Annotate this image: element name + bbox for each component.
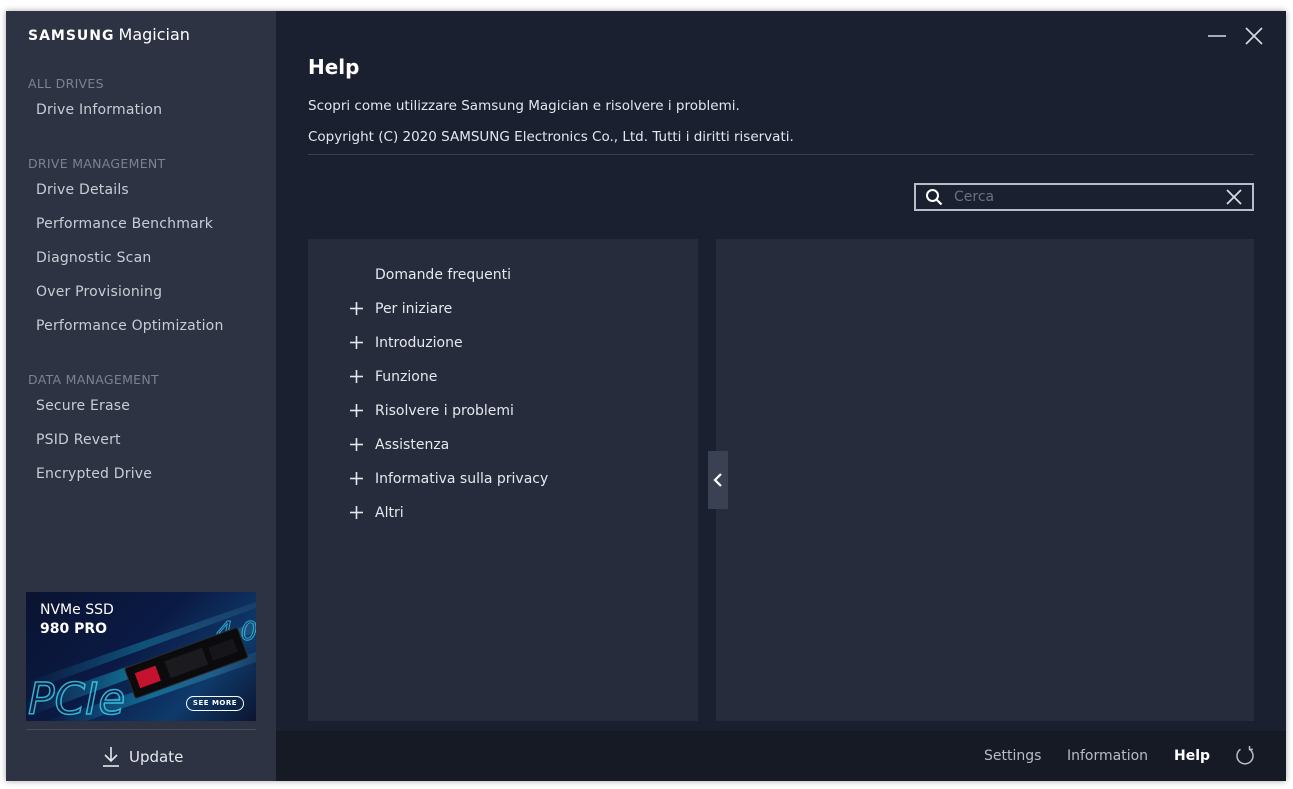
toc-item-getting-started[interactable]: Per iniziare bbox=[308, 296, 698, 322]
refresh-icon[interactable] bbox=[1234, 745, 1256, 767]
main-content: Help Scopri come utilizzare Samsung Magi… bbox=[276, 11, 1286, 781]
toc-item-label: Risolvere i problemi bbox=[375, 403, 514, 419]
clear-icon[interactable] bbox=[1226, 189, 1242, 205]
plus-icon bbox=[350, 302, 363, 315]
search-icon bbox=[926, 189, 943, 206]
toc-item-label: Funzione bbox=[375, 369, 438, 385]
toc-item-label: Altri bbox=[375, 505, 404, 521]
plus-icon bbox=[350, 370, 363, 383]
footer-information-link[interactable]: Information bbox=[1067, 748, 1148, 764]
sidebar-item-diagnostic-scan[interactable]: Diagnostic Scan bbox=[36, 250, 151, 266]
help-description: Scopri come utilizzare Samsung Magician … bbox=[308, 98, 740, 114]
section-title-drive-management: DRIVE MANAGEMENT bbox=[28, 156, 166, 171]
toc-item-label: Domande frequenti bbox=[375, 267, 512, 283]
header-divider bbox=[308, 154, 1254, 155]
help-content-panel bbox=[716, 239, 1254, 721]
sidebar-item-drive-details[interactable]: Drive Details bbox=[36, 182, 129, 198]
brand-magician: Magician bbox=[118, 25, 190, 44]
app-logo: SAMSUNG Magician bbox=[28, 25, 190, 44]
plus-icon bbox=[350, 336, 363, 349]
toc-item-label: Introduzione bbox=[375, 335, 463, 351]
minimize-icon[interactable] bbox=[1206, 25, 1228, 47]
copyright-text: Copyright (C) 2020 SAMSUNG Electronics C… bbox=[308, 129, 794, 145]
sidebar-item-encrypted-drive[interactable]: Encrypted Drive bbox=[36, 466, 152, 482]
toc-item-faq[interactable]: Domande frequenti bbox=[308, 262, 698, 288]
footer-bar: Settings Information Help bbox=[276, 731, 1286, 781]
toc-item-privacy-policy[interactable]: Informativa sulla privacy bbox=[308, 466, 698, 492]
section-title-data-management: DATA MANAGEMENT bbox=[28, 372, 159, 387]
ssd-image bbox=[124, 627, 249, 699]
promo-banner[interactable]: PCIe 4.0 NVMe SSD 980 PRO SEE MORE bbox=[26, 592, 256, 721]
toc-item-label: Assistenza bbox=[375, 437, 450, 453]
toc-item-label: Per iniziare bbox=[375, 301, 453, 317]
pcie-bg-word: PCIe bbox=[28, 674, 125, 721]
plus-icon bbox=[350, 472, 363, 485]
close-icon[interactable] bbox=[1243, 25, 1265, 47]
page-title: Help bbox=[308, 55, 360, 79]
sidebar-item-over-provisioning[interactable]: Over Provisioning bbox=[36, 284, 162, 300]
brand-samsung: SAMSUNG bbox=[28, 28, 115, 44]
toc-item-others[interactable]: Altri bbox=[308, 500, 698, 526]
promo-title-line1: NVMe SSD bbox=[40, 602, 114, 618]
toc-item-label: Informativa sulla privacy bbox=[375, 471, 549, 487]
search-box bbox=[914, 183, 1254, 211]
sidebar-item-secure-erase[interactable]: Secure Erase bbox=[36, 398, 130, 414]
footer-help-link[interactable]: Help bbox=[1174, 748, 1210, 764]
update-button[interactable]: Update bbox=[102, 745, 183, 769]
update-label: Update bbox=[129, 748, 184, 766]
toc-item-functions[interactable]: Funzione bbox=[308, 364, 698, 390]
section-title-all-drives: ALL DRIVES bbox=[28, 76, 104, 91]
see-more-button[interactable]: SEE MORE bbox=[186, 696, 244, 711]
collapse-panel-button[interactable] bbox=[708, 451, 728, 509]
promo-title-line2: 980 PRO bbox=[40, 621, 108, 637]
chevron-left-icon bbox=[713, 473, 722, 487]
app-window: SAMSUNG Magician ALL DRIVES Drive Informa… bbox=[6, 11, 1286, 781]
search-input[interactable] bbox=[954, 187, 1216, 207]
download-icon bbox=[103, 747, 119, 767]
sidebar: SAMSUNG Magician ALL DRIVES Drive Informa… bbox=[6, 11, 276, 781]
footer-settings-link[interactable]: Settings bbox=[984, 748, 1041, 764]
sidebar-item-performance-benchmark[interactable]: Performance Benchmark bbox=[36, 216, 213, 232]
sidebar-item-psid-revert[interactable]: PSID Revert bbox=[36, 432, 121, 448]
toc-item-troubleshooting[interactable]: Risolvere i problemi bbox=[308, 398, 698, 424]
toc-item-introduction[interactable]: Introduzione bbox=[308, 330, 698, 356]
toc-item-support[interactable]: Assistenza bbox=[308, 432, 698, 458]
sidebar-item-drive-information[interactable]: Drive Information bbox=[36, 102, 162, 118]
plus-icon bbox=[350, 438, 363, 451]
help-topics-panel: Domande frequenti Per iniziare Introduzi… bbox=[308, 239, 698, 721]
plus-icon bbox=[350, 506, 363, 519]
sidebar-item-performance-optimization[interactable]: Performance Optimization bbox=[36, 318, 224, 334]
update-divider bbox=[26, 729, 256, 730]
plus-icon bbox=[350, 404, 363, 417]
